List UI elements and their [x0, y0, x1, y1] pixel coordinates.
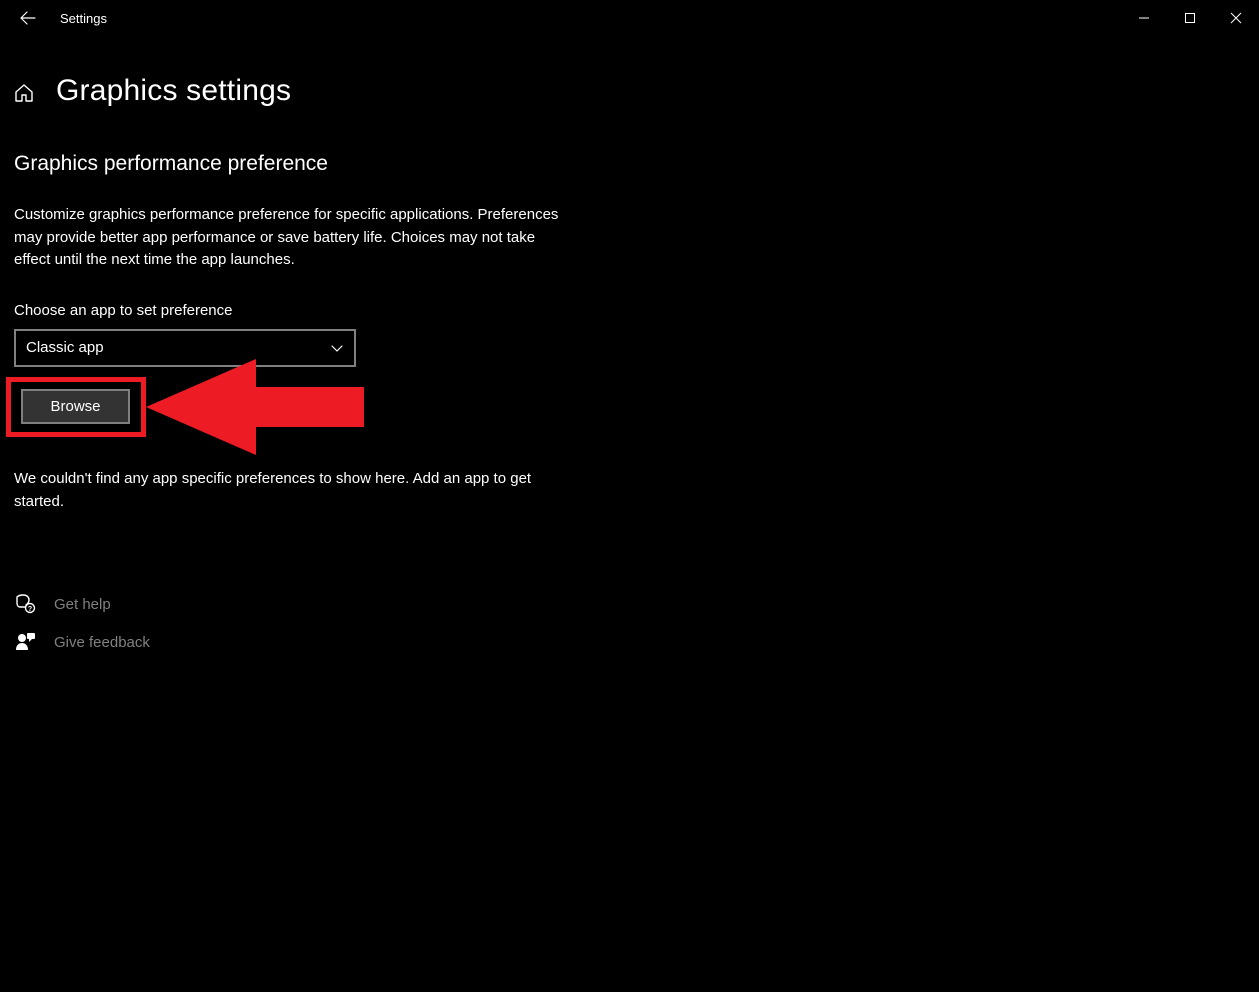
app-title: Settings [60, 11, 107, 26]
no-apps-message: We couldn't find any app specific prefer… [14, 467, 559, 514]
window-titlebar: Settings [0, 0, 1259, 36]
minimize-button[interactable] [1121, 2, 1167, 34]
get-help-link[interactable]: ? Get help [14, 593, 574, 615]
svg-text:?: ? [28, 606, 32, 613]
maximize-button[interactable] [1167, 2, 1213, 34]
give-feedback-label: Give feedback [54, 634, 150, 651]
close-button[interactable] [1213, 2, 1259, 34]
minimize-icon [1138, 12, 1150, 24]
close-icon [1230, 12, 1242, 24]
help-icon: ? [14, 593, 36, 615]
chevron-down-icon [330, 341, 344, 355]
give-feedback-link[interactable]: Give feedback [14, 631, 574, 653]
browse-button-label: Browse [50, 398, 100, 415]
content-area: Graphics settings Graphics performance p… [0, 36, 1259, 653]
home-icon [14, 83, 34, 103]
page-title: Graphics settings [56, 74, 291, 108]
page-header: Graphics settings [14, 74, 1245, 108]
main-section: Graphics performance preference Customiz… [14, 152, 574, 653]
choose-app-label: Choose an app to set preference [14, 302, 574, 319]
section-heading: Graphics performance preference [14, 152, 574, 176]
titlebar-left: Settings [0, 6, 107, 30]
annotation-arrow-icon [146, 359, 364, 455]
section-description: Customize graphics performance preferenc… [14, 204, 574, 272]
dropdown-selected-value: Classic app [26, 339, 104, 356]
browse-container: Browse [6, 377, 574, 441]
feedback-icon [14, 631, 36, 653]
get-help-label: Get help [54, 596, 111, 613]
browse-button[interactable]: Browse [21, 389, 130, 424]
home-button[interactable] [14, 83, 34, 103]
window-controls [1121, 2, 1259, 34]
maximize-icon [1184, 12, 1196, 24]
back-button[interactable] [16, 6, 40, 30]
back-arrow-icon [20, 10, 36, 26]
